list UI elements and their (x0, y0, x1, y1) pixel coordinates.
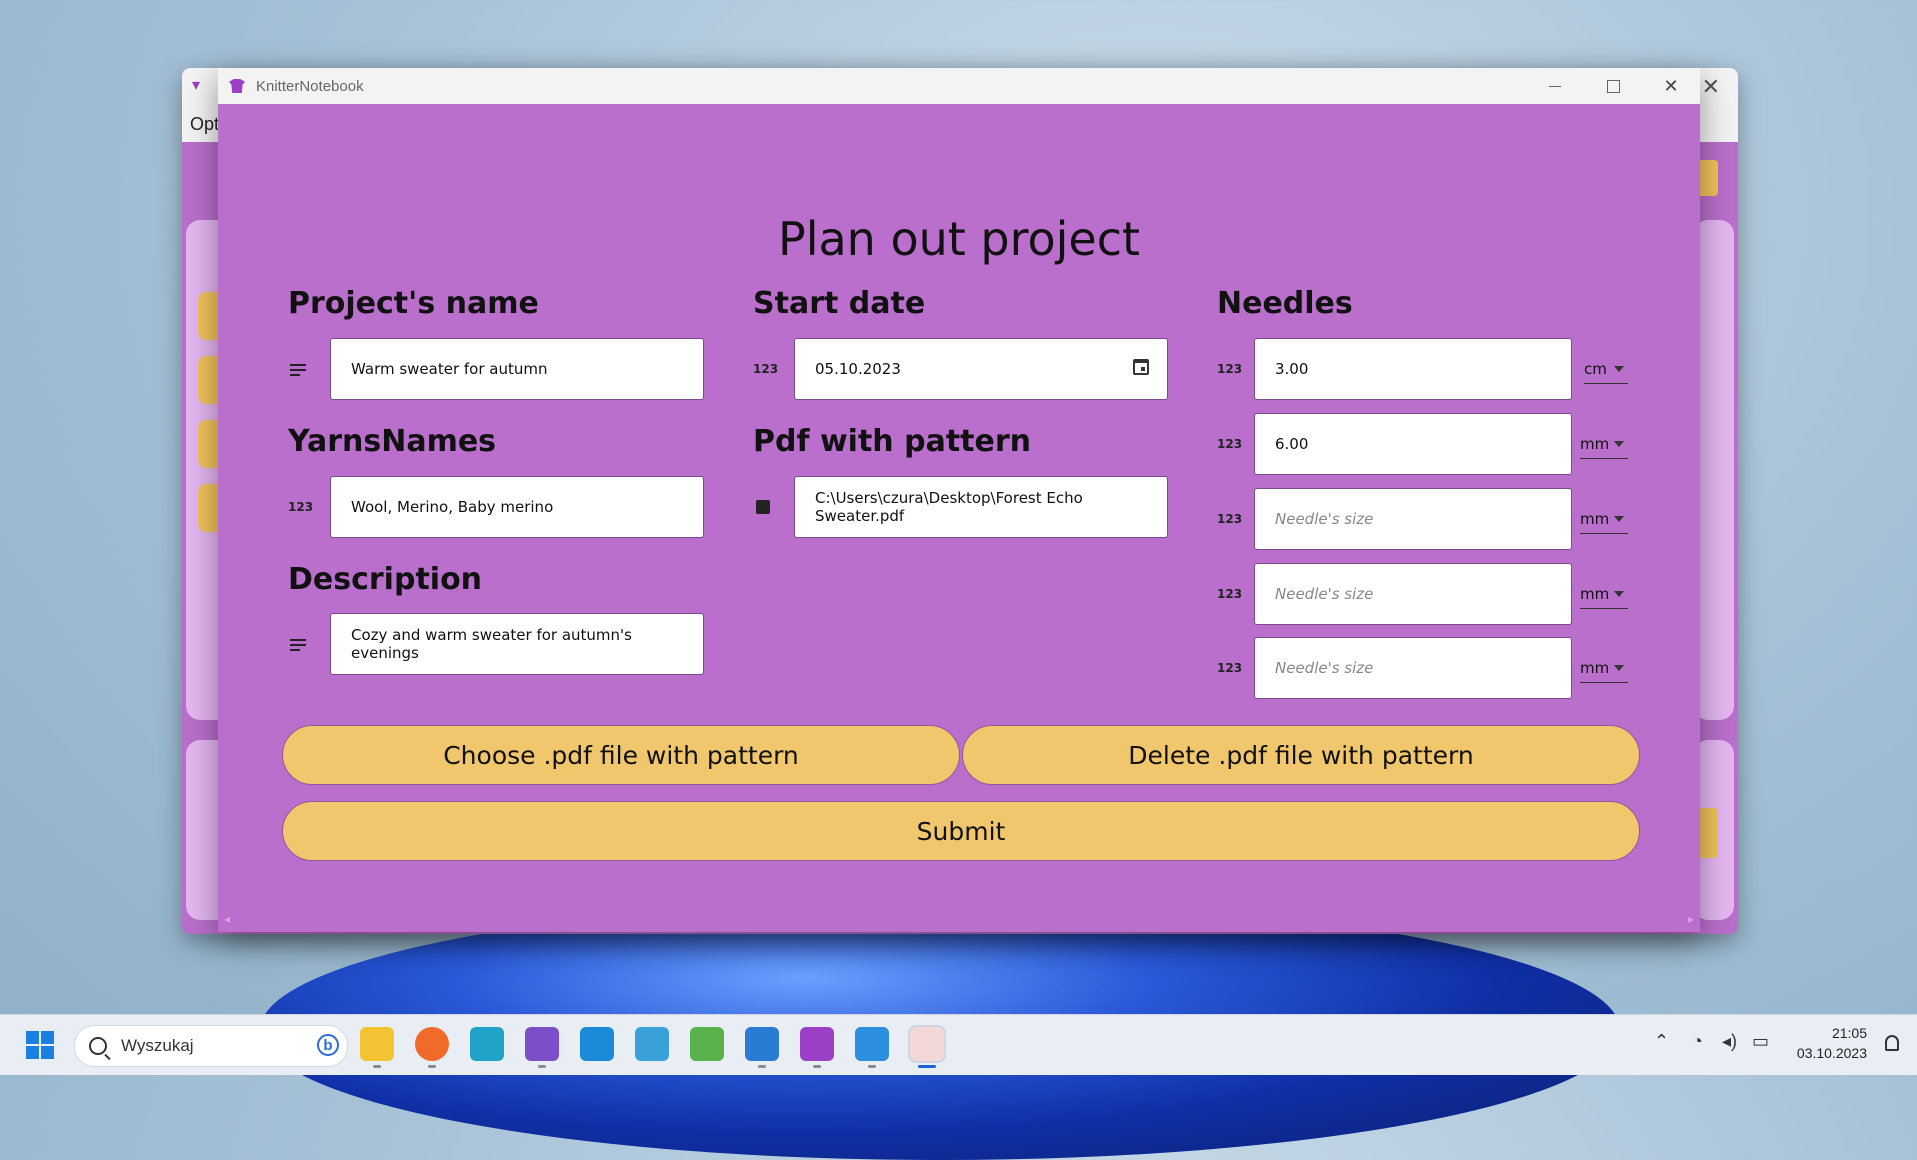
image-icon (756, 500, 770, 514)
scroll-left-icon[interactable]: ◂ (224, 912, 230, 926)
delete-pdf-button[interactable]: Delete .pdf file with pattern (962, 725, 1640, 785)
running-indicator (813, 1065, 821, 1068)
bing-icon[interactable]: b (317, 1034, 339, 1056)
plan-project-window: KnitterNotebook ✕ Plan out project Proje… (218, 68, 1700, 932)
scroll-right-icon[interactable]: ▸ (1688, 912, 1694, 926)
needle-unit-select-3[interactable]: mm (1580, 505, 1628, 534)
taskbar: Wyszukaj b ⌃ ◔ ◂) ▭ 21:05 03.10.2023 (0, 1014, 1917, 1075)
chevron-down-icon (1614, 516, 1624, 522)
vscode-icon[interactable] (580, 1027, 614, 1061)
needle-unit-value: mm (1580, 659, 1610, 677)
text-lines-icon (290, 364, 306, 379)
numeric-123-icon: 123 (1217, 661, 1243, 675)
maximize-button[interactable] (1584, 68, 1642, 104)
battery-icon[interactable]: ▭ (1752, 1031, 1769, 1052)
pdf-pattern-path-input[interactable]: C:\Users\czura\Desktop\Forest Echo Sweat… (794, 476, 1168, 538)
numeric-123-icon: 123 (1217, 512, 1243, 526)
options-menu[interactable]: Opt (190, 114, 219, 134)
needle-size-input-2[interactable]: 6.00 (1254, 413, 1572, 475)
clock-date: 03.10.2023 (1796, 1045, 1867, 1061)
description-input[interactable]: Cozy and warm sweater for autumn's eveni… (330, 613, 704, 675)
start-button[interactable] (26, 1031, 54, 1059)
minimize-button[interactable] (1526, 68, 1584, 104)
numeric-123-icon: 123 (288, 500, 314, 514)
notification-bell-icon[interactable] (1885, 1035, 1899, 1051)
knitter-notebook-icon[interactable] (800, 1027, 834, 1061)
close-icon: ✕ (1663, 75, 1679, 96)
needle-unit-value: mm (1580, 585, 1610, 603)
firefox-icon[interactable] (415, 1027, 449, 1061)
start-date-label: Start date (753, 286, 926, 321)
needle-unit-value: cm (1584, 360, 1607, 378)
sql-server-icon[interactable] (635, 1027, 669, 1061)
file-explorer-icon[interactable] (360, 1027, 394, 1061)
running-indicator (428, 1065, 436, 1068)
needle-size-input-1[interactable]: 3.00 (1254, 338, 1572, 400)
search-icon (89, 1037, 107, 1055)
volume-icon[interactable]: ◂) (1722, 1031, 1737, 1052)
running-indicator (758, 1065, 766, 1068)
taskbar-search[interactable]: Wyszukaj b (74, 1025, 348, 1067)
chevron-up-icon[interactable]: ⌃ (1654, 1031, 1669, 1052)
chevron-down-icon (1614, 441, 1624, 447)
yarns-names-input[interactable]: Wool, Merino, Baby merino (330, 476, 704, 538)
snip-sketch-icon[interactable] (908, 1025, 946, 1063)
background-close-icon[interactable]: ✕ (1702, 74, 1720, 100)
maximize-icon (1606, 79, 1620, 93)
project-name-label: Project's name (288, 286, 539, 321)
minimize-icon (1549, 85, 1561, 87)
wifi-icon[interactable]: ◔ (1692, 1031, 1703, 1052)
start-date-input[interactable]: 05.10.2023 (794, 338, 1168, 400)
pdf-pattern-label: Pdf with pattern (753, 424, 1031, 459)
needle-unit-select-5[interactable]: mm (1580, 654, 1628, 683)
window-title: KnitterNotebook (256, 77, 364, 95)
project-name-input[interactable]: Warm sweater for autumn (330, 338, 704, 400)
app-icon (228, 77, 248, 95)
submit-button[interactable]: Submit (282, 801, 1640, 861)
running-indicator (373, 1065, 381, 1068)
needle-unit-value: mm (1580, 510, 1610, 528)
start-date-value: 05.10.2023 (815, 360, 901, 378)
notepad-icon[interactable] (745, 1027, 779, 1061)
snipping-tool-icon[interactable] (690, 1027, 724, 1061)
running-indicator (868, 1065, 876, 1068)
page-title: Plan out project (777, 212, 1141, 266)
needle-unit-select-1[interactable]: cm (1584, 355, 1628, 384)
numeric-123-icon: 123 (1217, 362, 1243, 376)
background-app-icon: ▾ (192, 77, 201, 94)
numeric-123-icon: 123 (753, 362, 779, 376)
calendar-icon[interactable] (1133, 359, 1149, 375)
needle-unit-select-2[interactable]: mm (1580, 430, 1628, 459)
needle-size-input-3[interactable]: Needle's size (1254, 488, 1572, 550)
background-right-panel (1694, 220, 1734, 720)
needles-label: Needles (1217, 286, 1353, 321)
azure-data-studio-icon[interactable] (470, 1027, 504, 1061)
chevron-down-icon (1614, 366, 1624, 372)
choose-pdf-button[interactable]: Choose .pdf file with pattern (282, 725, 960, 785)
active-indicator (918, 1065, 936, 1068)
needle-size-input-5[interactable]: Needle's size (1254, 637, 1572, 699)
running-indicator (538, 1065, 546, 1068)
numeric-123-icon: 123 (1217, 437, 1243, 451)
needle-unit-value: mm (1580, 435, 1610, 453)
needle-size-input-4[interactable]: Needle's size (1254, 563, 1572, 625)
numeric-123-icon: 123 (1217, 587, 1243, 601)
chevron-down-icon (1614, 665, 1624, 671)
clock-time: 21:05 (1831, 1025, 1867, 1041)
chevron-down-icon (1614, 591, 1624, 597)
photos-icon[interactable] (855, 1027, 889, 1061)
text-lines-icon (290, 639, 306, 654)
search-placeholder: Wyszukaj (121, 1036, 194, 1055)
needle-unit-select-4[interactable]: mm (1580, 580, 1628, 609)
close-button[interactable]: ✕ (1642, 68, 1700, 104)
description-label: Description (288, 562, 483, 597)
titlebar[interactable]: KnitterNotebook ✕ (218, 68, 1700, 104)
visual-studio-icon[interactable] (525, 1027, 559, 1061)
clock[interactable]: 21:05 03.10.2023 (1797, 1023, 1867, 1063)
yarns-names-label: YarnsNames (288, 424, 497, 459)
